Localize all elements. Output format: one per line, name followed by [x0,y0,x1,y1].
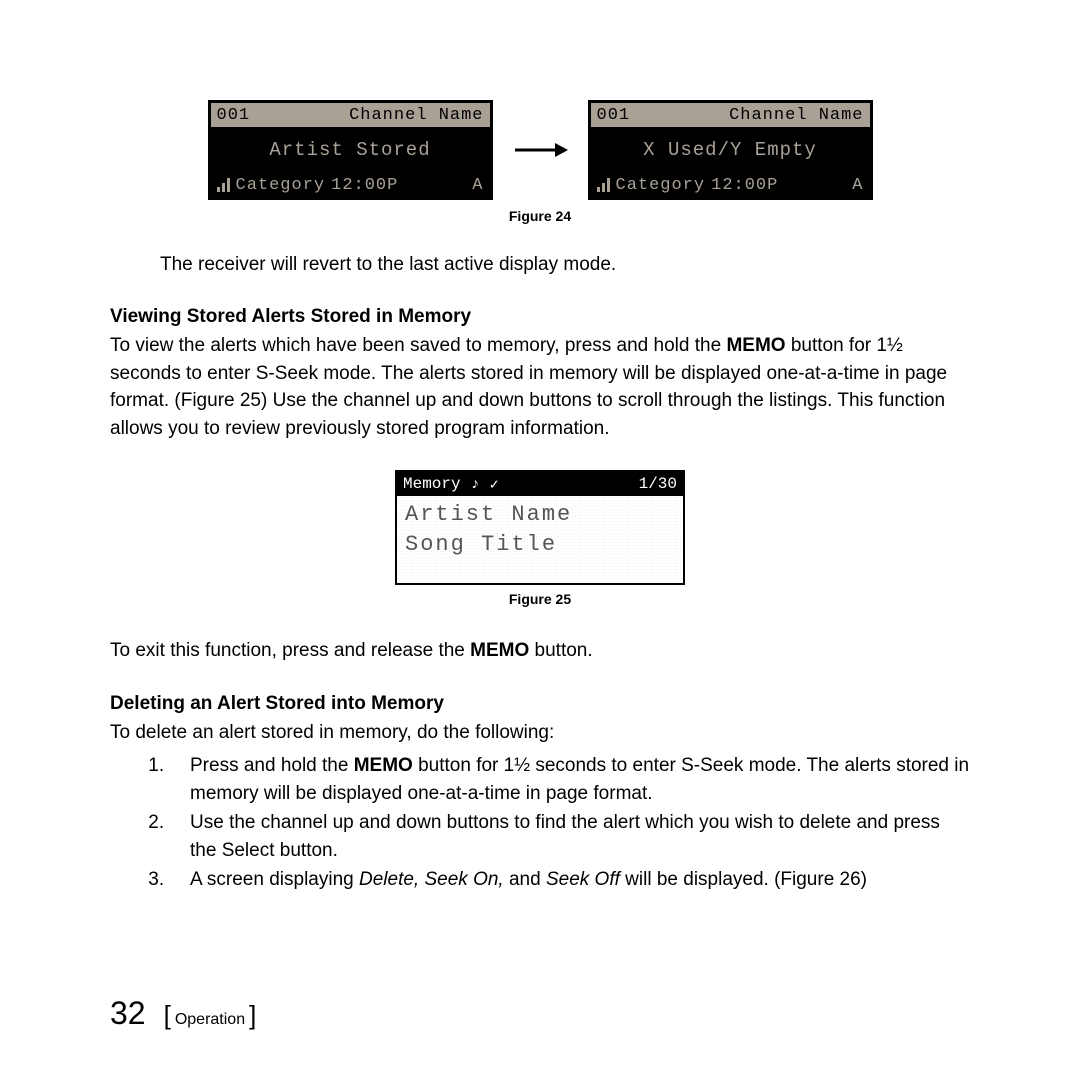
page-footer: 32 [Operation] [110,995,260,1032]
figure-24-label: Figure 24 [110,208,970,224]
bracket-open: [ [164,1000,171,1030]
memory-count: 1/30 [639,475,677,493]
lcd-screens-row: 001 Channel Name Artist Stored Category … [110,100,970,200]
viewing-para: To view the alerts which have been saved… [110,332,970,442]
lcd-indicator: A [472,176,483,195]
memo-label: MEMO [354,755,413,776]
revert-para: The receiver will revert to the last act… [160,254,970,276]
step-2: Use the channel up and down buttons to f… [180,809,970,864]
step3-em1: Delete, Seek On, [359,869,504,890]
step3-text-a: A screen displaying [190,869,359,890]
lcd-channel-num: 001 [597,106,631,125]
lcd-left-top: 001 Channel Name [211,103,490,127]
delete-intro: To delete an alert stored in memory, do … [110,719,970,747]
signal-icon [217,178,230,192]
step3-em2: Seek Off [546,869,620,890]
viewing-heading: Viewing Stored Alerts Stored in Memory [110,306,970,328]
lcd-right: 001 Channel Name X Used/Y Empty Category… [588,100,873,200]
signal-icon [597,178,610,192]
lcd-left: 001 Channel Name Artist Stored Category … [208,100,493,200]
memory-label: Memory [403,475,461,493]
delete-heading: Deleting an Alert Stored into Memory [110,693,970,715]
arrow-icon [513,140,568,160]
bracket-close: ] [249,1000,256,1030]
memo-label: MEMO [726,335,785,356]
memory-lcd-top: Memory ♪ ✓ 1/30 [397,472,683,496]
lcd-indicator: A [852,176,863,195]
memory-lcd: Memory ♪ ✓ 1/30 Artist Name Song Title [395,470,685,585]
exit-para: To exit this function, press and release… [110,637,970,665]
exit-text-1: To exit this function, press and release… [110,640,470,661]
step1-text-a: Press and hold the [190,755,354,776]
lcd-right-mid: X Used/Y Empty [591,127,870,173]
step-1: Press and hold the MEMO button for 1½ se… [180,752,970,807]
memory-line2: Song Title [405,530,675,560]
lcd-channel-num: 001 [217,106,251,125]
lcd-time: 12:00P [331,176,398,195]
memory-lcd-wrap: Memory ♪ ✓ 1/30 Artist Name Song Title [110,470,970,585]
lcd-time: 12:00P [711,176,778,195]
step3-text-b: and [504,869,546,890]
lcd-left-mid: Artist Stored [211,127,490,173]
lcd-channel-name: Channel Name [729,106,863,125]
step-3: A screen displaying Delete, Seek On, and… [180,866,970,894]
memory-lcd-body: Artist Name Song Title [397,496,683,583]
check-icon: ✓ [490,475,499,494]
lcd-channel-name: Channel Name [349,106,483,125]
lcd-category: Category [616,176,706,195]
lcd-right-bot: Category 12:00P A [591,173,870,197]
delete-steps: Press and hold the MEMO button for 1½ se… [180,752,970,894]
page-number: 32 [110,995,146,1032]
memo-label: MEMO [470,640,529,661]
step3-text-c: will be displayed. (Figure 26) [620,869,867,890]
footer-bracket-group: [Operation] [160,1000,261,1031]
lcd-right-top: 001 Channel Name [591,103,870,127]
exit-text-2: button. [529,640,592,661]
lcd-category: Category [236,176,326,195]
viewing-text-1: To view the alerts which have been saved… [110,335,726,356]
note-icon: ♪ [471,476,480,493]
lcd-left-bot: Category 12:00P A [211,173,490,197]
memory-line1: Artist Name [405,500,675,530]
figure-25-label: Figure 25 [110,591,970,607]
footer-label: Operation [175,1011,245,1028]
